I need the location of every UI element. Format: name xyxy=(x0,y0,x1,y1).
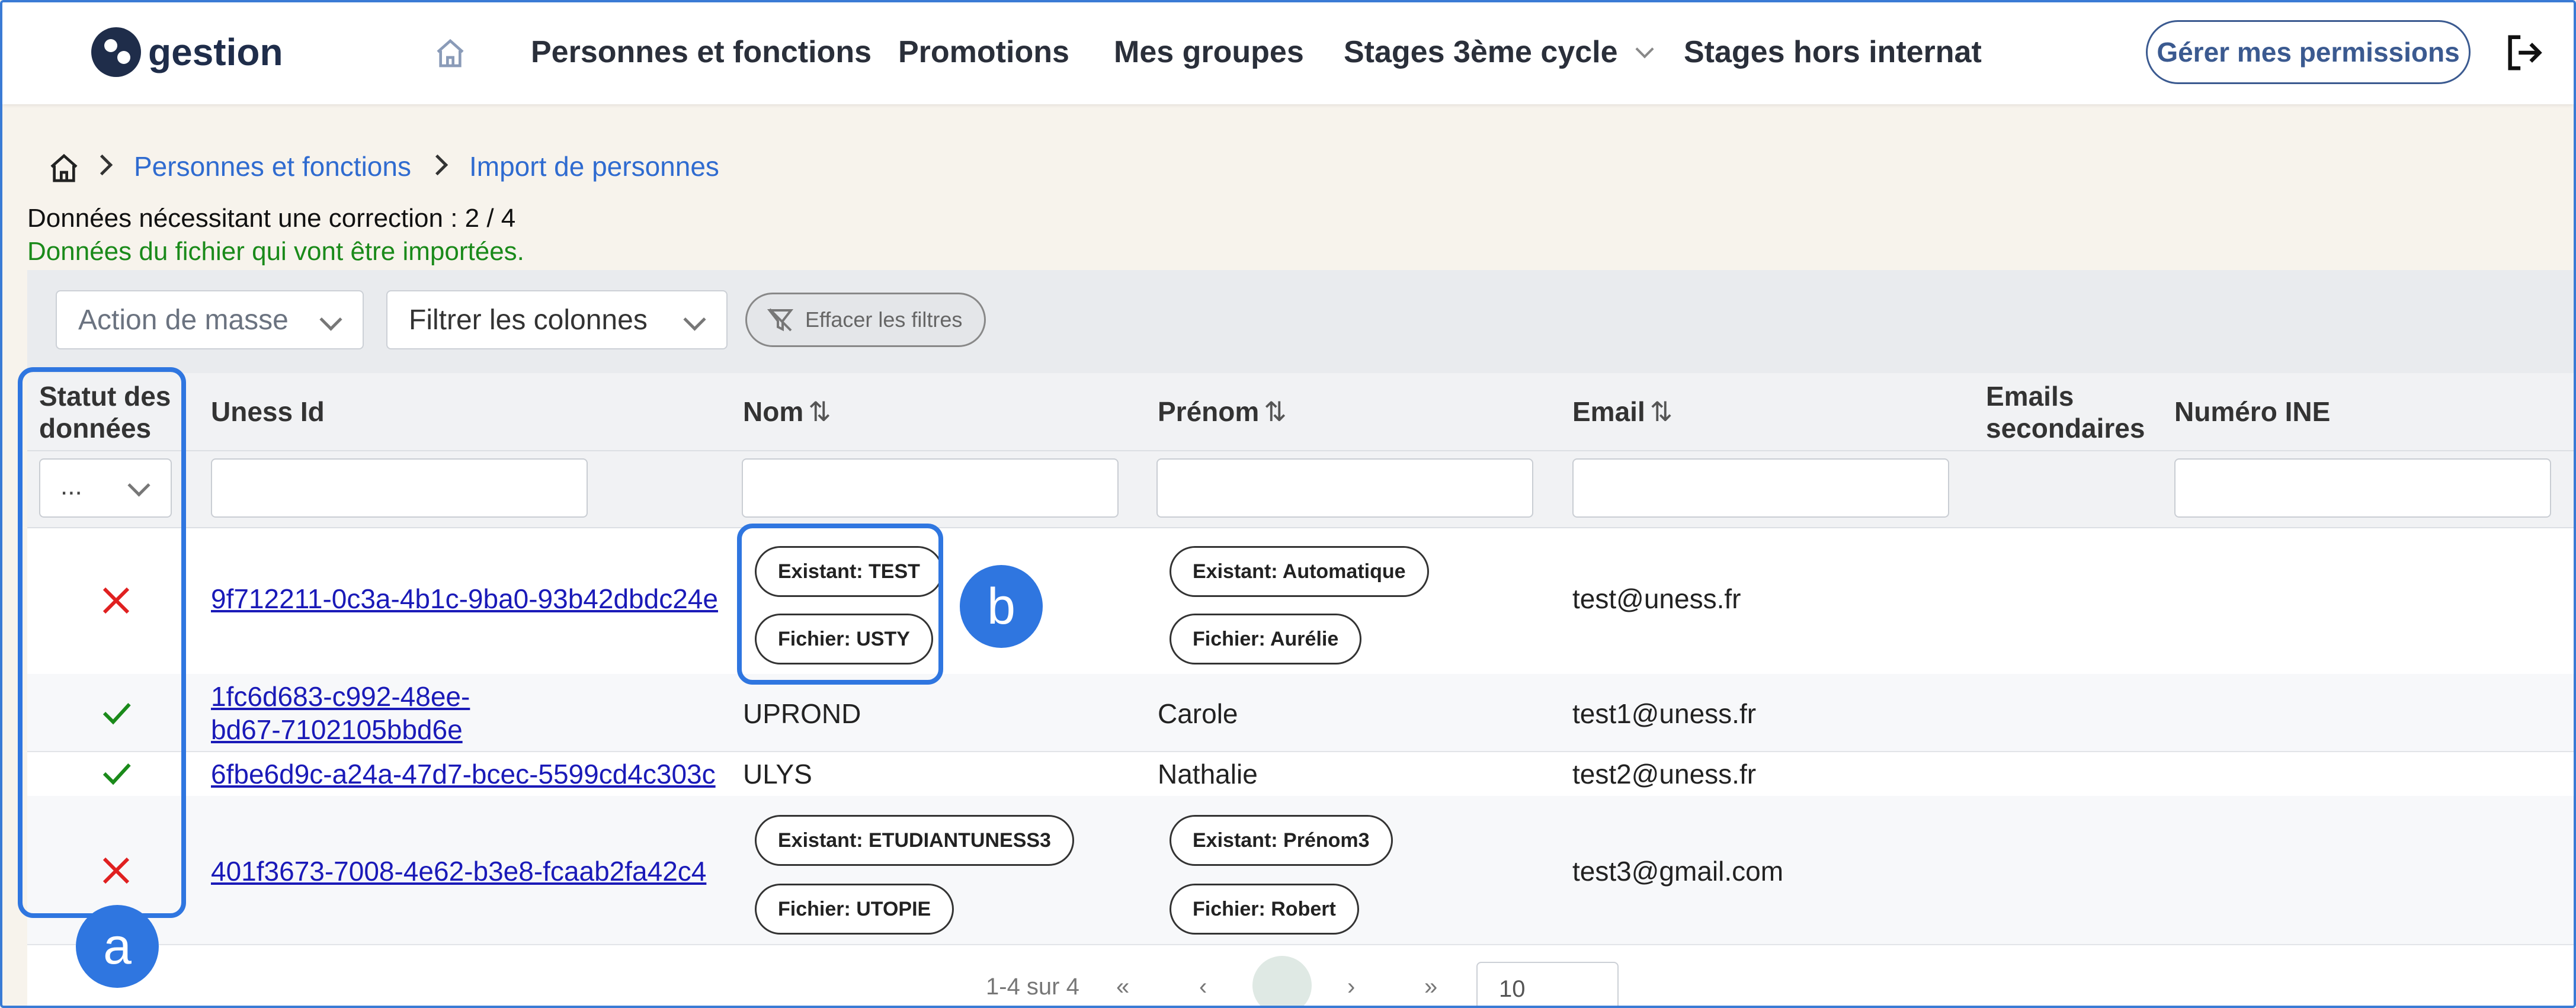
filter-columns-select[interactable]: Filtrer les colonnes xyxy=(386,290,728,349)
last-page-icon[interactable]: » xyxy=(1424,974,1437,1000)
nav-item-groupes[interactable]: Mes groupes xyxy=(1114,28,1304,76)
annotation-badge-b: b xyxy=(960,565,1043,648)
pagination-summary: 1-4 sur 4 xyxy=(986,974,1079,1000)
uness-id-link[interactable]: 401f3673-7008-4e62-b3e8-fcaab2fa42c4 xyxy=(211,855,706,887)
page-size-value: 10 xyxy=(1499,976,1526,1002)
breadcrumb-personnes[interactable]: Personnes et fonctions xyxy=(134,150,411,182)
app-logo[interactable]: gestion xyxy=(91,27,283,77)
header-nom-label: Nom xyxy=(743,396,804,427)
nom-existing-chip[interactable]: Existant: ETUDIANTUNESS3 xyxy=(755,815,1074,866)
highlight-nom-chips xyxy=(737,524,943,685)
filter-off-icon xyxy=(767,308,794,332)
prenom-filter-input[interactable] xyxy=(1156,458,1533,518)
home-icon[interactable] xyxy=(432,37,468,70)
chevron-down-icon xyxy=(1635,40,1654,59)
email-value: test3@gmail.com xyxy=(1572,856,1784,887)
header-nom[interactable]: Nom ⇅ xyxy=(743,396,831,428)
import-notice: Données du fichier qui vont être importé… xyxy=(27,237,524,266)
first-page-icon[interactable]: « xyxy=(1116,974,1129,1000)
chevron-down-icon xyxy=(319,308,342,331)
header-emails-sec-line2: secondaires xyxy=(1986,413,2145,444)
breadcrumb-separator-icon xyxy=(91,154,113,176)
breadcrumb-separator-icon xyxy=(427,154,448,176)
email-value: test@uness.fr xyxy=(1572,583,1741,614)
nav-item-personnes[interactable]: Personnes et fonctions xyxy=(531,28,872,76)
annotation-badge-a: a xyxy=(76,905,159,988)
table-row: 1fc6d683-c992-48ee- bd67-7102105bbd6e UP… xyxy=(27,674,2574,752)
table-row: 401f3673-7008-4e62-b3e8-fcaab2fa42c4 Exi… xyxy=(27,796,2574,945)
clear-filters-button[interactable]: Effacer les filtres xyxy=(745,293,986,347)
uness-id-link[interactable]: 9f712211-0c3a-4b1c-9ba0-93b42dbdc24e xyxy=(211,583,718,615)
nom-filter-input[interactable] xyxy=(742,458,1119,518)
uness-id-line1: 1fc6d683-c992-48ee- xyxy=(211,681,470,712)
logo-icon xyxy=(91,27,141,77)
logout-icon[interactable] xyxy=(2503,32,2545,73)
filter-columns-label: Filtrer les colonnes xyxy=(409,304,648,336)
uness-id-link[interactable]: 6fbe6d9c-a24a-47d7-bcec-5599cd4c303c xyxy=(211,758,716,790)
app-window: gestion Personnes et fonctions Promotion… xyxy=(0,0,2576,1008)
header-prenom[interactable]: Prénom ⇅ xyxy=(1158,396,1287,428)
prenom-file-chip[interactable]: Fichier: Robert xyxy=(1170,884,1359,935)
breadcrumb-import[interactable]: Import de personnes xyxy=(469,150,719,182)
header-emails-secondaires[interactable]: Emails secondaires xyxy=(1986,380,2145,444)
table-row: 9f712211-0c3a-4b1c-9ba0-93b42dbdc24e Exi… xyxy=(27,526,2574,675)
uness-id-link[interactable]: 1fc6d683-c992-48ee- bd67-7102105bbd6e xyxy=(211,680,470,746)
nom-value: ULYS xyxy=(743,759,812,789)
breadcrumb-home-icon[interactable] xyxy=(46,152,82,185)
email-value: test1@uness.fr xyxy=(1572,698,1757,729)
mass-action-select[interactable]: Action de masse xyxy=(56,290,364,349)
header-uness-id[interactable]: Uness Id xyxy=(211,396,325,428)
page-size-select[interactable]: 10 xyxy=(1476,962,1619,1006)
nav-item-stages-3eme-label: Stages 3ème cycle xyxy=(1344,35,1618,69)
header-prenom-label: Prénom xyxy=(1158,396,1260,427)
uness-id-filter-input[interactable] xyxy=(211,458,588,518)
sort-icon[interactable]: ⇅ xyxy=(1650,396,1673,427)
nom-value: UPROND xyxy=(743,698,861,729)
email-value: test2@uness.fr xyxy=(1572,759,1757,789)
header-email-label: Email xyxy=(1572,396,1645,427)
prenom-value: Nathalie xyxy=(1158,759,1258,789)
sort-icon[interactable]: ⇅ xyxy=(1264,396,1287,427)
nav-item-promotions[interactable]: Promotions xyxy=(898,28,1069,76)
header-emails-sec-line1: Emails xyxy=(1986,381,2074,412)
prenom-file-chip[interactable]: Fichier: Aurélie xyxy=(1170,614,1362,664)
prenom-existing-chip[interactable]: Existant: Automatique xyxy=(1170,546,1429,597)
header-ine[interactable]: Numéro INE xyxy=(2174,396,2330,428)
header-email[interactable]: Email ⇅ xyxy=(1572,396,1673,428)
top-navbar: gestion Personnes et fonctions Promotion… xyxy=(2,2,2574,104)
prev-page-icon[interactable]: ‹ xyxy=(1199,974,1207,1000)
ine-filter-input[interactable] xyxy=(2174,458,2551,518)
corrections-count: Données nécessitant une correction : 2 /… xyxy=(27,204,516,233)
prenom-existing-chip[interactable]: Existant: Prénom3 xyxy=(1170,815,1393,866)
manage-permissions-button[interactable]: Gérer mes permissions xyxy=(2146,20,2471,84)
highlight-status-column xyxy=(18,367,186,918)
nav-item-stages-hors-internat[interactable]: Stages hors internat xyxy=(1684,28,1982,76)
email-filter-input[interactable] xyxy=(1572,458,1949,518)
app-name: gestion xyxy=(148,31,283,73)
prenom-value: Carole xyxy=(1158,698,1238,729)
uness-id-line2: bd67-7102105bbd6e xyxy=(211,714,463,745)
nav-item-stages-3eme[interactable]: Stages 3ème cycle xyxy=(1344,28,1654,76)
next-page-icon[interactable]: › xyxy=(1347,974,1355,1000)
table-row: 6fbe6d9c-a24a-47d7-bcec-5599cd4c303c ULY… xyxy=(27,751,2574,797)
chevron-down-icon xyxy=(683,308,706,331)
nom-file-chip[interactable]: Fichier: UTOPIE xyxy=(755,884,954,935)
mass-action-label: Action de masse xyxy=(78,304,289,336)
sort-icon[interactable]: ⇅ xyxy=(808,396,831,427)
clear-filters-label: Effacer les filtres xyxy=(805,307,963,332)
